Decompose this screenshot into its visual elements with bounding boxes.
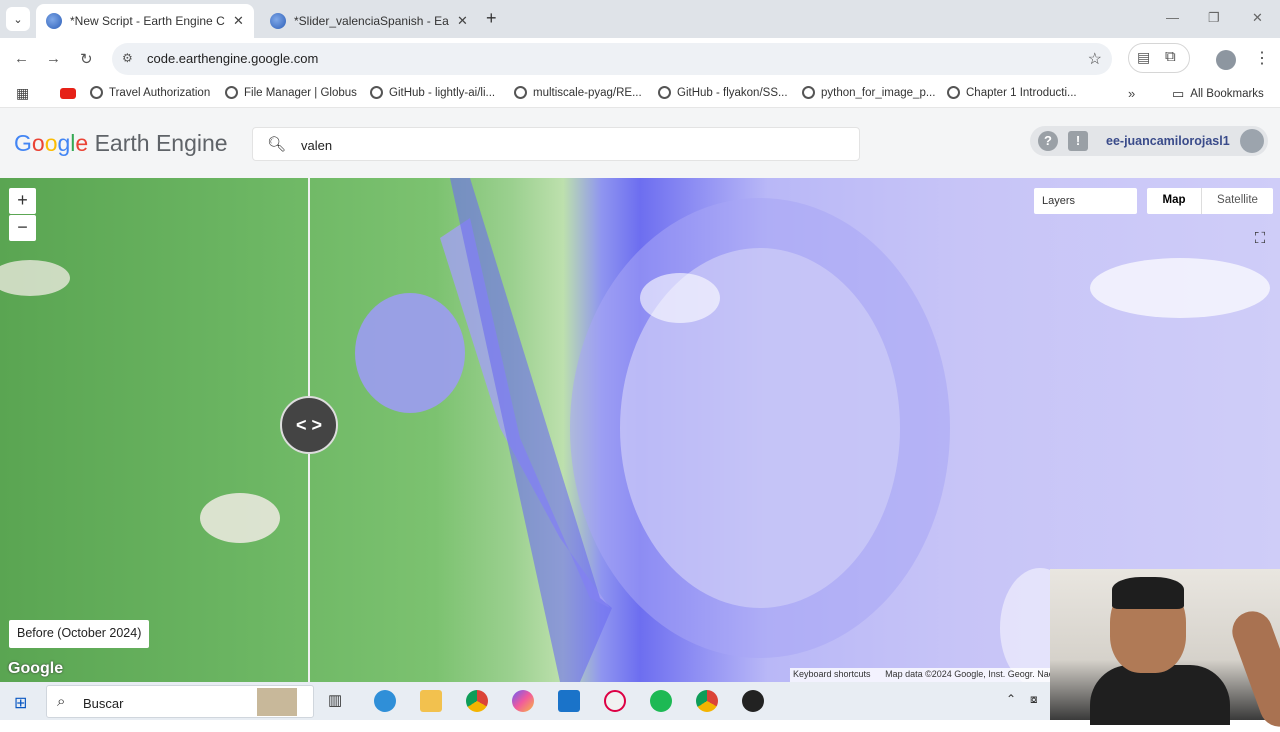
map-type-satellite-button[interactable]: Satellite (1201, 188, 1273, 214)
fullscreen-icon[interactable]: ⛶ (1248, 230, 1272, 254)
globe-icon (802, 86, 815, 99)
bookmark-github-flyakon[interactable]: GitHub - flyakon/SS... (658, 86, 788, 99)
webcam-overlay (1050, 569, 1280, 732)
cathedral-thumbnail-icon (257, 688, 297, 716)
back-arrow-icon[interactable]: ← (14, 50, 29, 67)
chrome-icon[interactable] (466, 690, 488, 712)
apps-grid-icon[interactable]: ▦ (16, 85, 29, 102)
google-earth-engine-logo[interactable]: Google Earth Engine (14, 130, 228, 157)
earth-engine-favicon-icon (270, 13, 286, 29)
reload-icon[interactable]: ↻ (80, 50, 93, 68)
bookmark-file-manager[interactable]: File Manager | Globus (225, 86, 357, 99)
zoom-out-button[interactable]: − (9, 215, 36, 241)
more-bookmarks-icon[interactable]: » (1128, 86, 1135, 101)
copilot-icon[interactable] (512, 690, 534, 712)
presenter-body (1090, 665, 1230, 725)
globe-icon (947, 86, 960, 99)
file-explorer-icon[interactable] (420, 690, 442, 712)
recorder-icon[interactable] (742, 690, 764, 712)
bookmark-chapter-1[interactable]: Chapter 1 Introducti... (947, 86, 1077, 99)
urban-area (0, 260, 70, 296)
account-panel: ? ! ee-juancamilorojasl1 (1030, 126, 1268, 156)
globe-icon (658, 86, 671, 99)
bookmark-multiscale[interactable]: multiscale-pyag/RE... (514, 86, 642, 99)
system-tray-chevron-icon[interactable]: ⌃ (1006, 692, 1016, 706)
address-bar-row: ← → ↻ ⚙ code.earthengine.google.com ☆ ▤ … (0, 38, 1280, 80)
taskbar-search-input[interactable]: ⌕ Buscar (46, 685, 314, 718)
earth-engine-favicon-icon (46, 13, 62, 29)
zoom-in-button[interactable]: + (9, 188, 36, 214)
forward-arrow-icon[interactable]: → (46, 50, 61, 67)
tab-title: *Slider_valenciaSpanish - Earth Engine (294, 14, 449, 28)
search-icon: 🔍︎ (267, 136, 287, 153)
urban-area (200, 493, 280, 543)
bookmark-github-lightly[interactable]: GitHub - lightly-ai/li... (370, 86, 495, 99)
extensions-group: ▤ ⧉ (1128, 43, 1190, 73)
places-search-input[interactable]: 🔍︎ valen (252, 127, 860, 161)
tab-search-button[interactable]: ⌄ (6, 7, 30, 31)
cloud (1090, 258, 1270, 318)
tab-slider-valencia[interactable]: *Slider_valenciaSpanish - Earth Engine ✕ (260, 4, 478, 38)
tab-new-script[interactable]: *New Script - Earth Engine Code Editor ✕ (36, 4, 254, 38)
bookmark-python-image[interactable]: python_for_image_p... (802, 86, 935, 99)
extensions-puzzle-icon[interactable]: ⧉ (1165, 48, 1176, 65)
new-tab-button[interactable]: + (486, 8, 497, 29)
reader-mode-icon[interactable]: ▤ (1137, 49, 1150, 66)
globe-icon (225, 86, 238, 99)
folder-icon: ▭ (1172, 86, 1185, 101)
close-icon[interactable]: ✕ (233, 13, 244, 29)
browser-menu-icon[interactable]: ⋮ (1254, 48, 1270, 68)
google-watermark: Google (8, 660, 64, 677)
map-data-credit: Map data ©2024 Google, Inst. Geogr. Naci… (885, 669, 1050, 679)
restore-icon[interactable]: ❐ (1208, 10, 1220, 26)
edge-icon[interactable] (374, 690, 396, 712)
feedback-icon[interactable]: ! (1068, 131, 1088, 151)
cloud-project-name[interactable]: ee-juancamilorojasl1 (1106, 134, 1230, 148)
profile-avatar[interactable] (1216, 50, 1236, 70)
map-type-map-button[interactable]: Map (1147, 188, 1201, 214)
presenter-arm (1226, 605, 1280, 732)
presenter-hair (1112, 577, 1184, 609)
tray-app-icon[interactable]: ⧇ (1030, 692, 1038, 707)
help-icon[interactable]: ? (1038, 131, 1058, 151)
albufera-lagoon (355, 293, 465, 413)
spotify-icon[interactable] (650, 690, 672, 712)
url-field[interactable]: ⚙ code.earthengine.google.com ☆ (112, 43, 1112, 75)
task-view-icon[interactable]: ▥ (328, 691, 342, 709)
keyboard-shortcuts-link[interactable]: Keyboard shortcuts (793, 669, 871, 679)
close-icon[interactable]: ✕ (457, 13, 468, 29)
split-slider-handle[interactable]: < > (280, 396, 338, 454)
search-value: valen (301, 138, 333, 153)
window-close-icon[interactable]: ✕ (1252, 10, 1263, 26)
before-label: Before (October 2024) (9, 620, 150, 648)
map-attribution: Keyboard shortcuts Map data ©2024 Google… (790, 668, 1050, 682)
globe-icon (90, 86, 103, 99)
snipping-tool-icon[interactable] (604, 690, 626, 712)
layers-dropdown[interactable]: Layers (1034, 188, 1137, 214)
site-info-icon[interactable]: ⚙ (122, 51, 133, 65)
bookmark-travel-authorization[interactable]: Travel Authorization (90, 86, 210, 99)
browser-tab-bar: ⌄ *New Script - Earth Engine Code Editor… (0, 0, 1280, 38)
tab-title: *New Script - Earth Engine Code Editor (70, 14, 225, 28)
cloud (640, 273, 720, 323)
earth-engine-header: Google Earth Engine 🔍︎ valen ? ! ee-juan… (0, 108, 1280, 178)
url-text: code.earthengine.google.com (147, 51, 319, 66)
taskbar-search-text: Buscar (83, 696, 124, 711)
globe-icon (370, 86, 383, 99)
youtube-icon[interactable] (60, 88, 76, 99)
chrome-profile-icon[interactable] (696, 690, 718, 712)
mail-icon[interactable] (558, 690, 580, 712)
globe-icon (514, 86, 527, 99)
bookmarks-bar: ▦ Travel Authorization File Manager | Gl… (0, 80, 1280, 108)
user-avatar[interactable] (1240, 129, 1264, 153)
bookmark-star-icon[interactable]: ☆ (1088, 49, 1102, 69)
search-icon: ⌕ (57, 693, 66, 710)
all-bookmarks-folder[interactable]: ▭ All Bookmarks (1172, 86, 1264, 102)
windows-start-icon[interactable]: ⊞ (14, 693, 27, 713)
minimize-icon[interactable]: — (1166, 10, 1179, 25)
